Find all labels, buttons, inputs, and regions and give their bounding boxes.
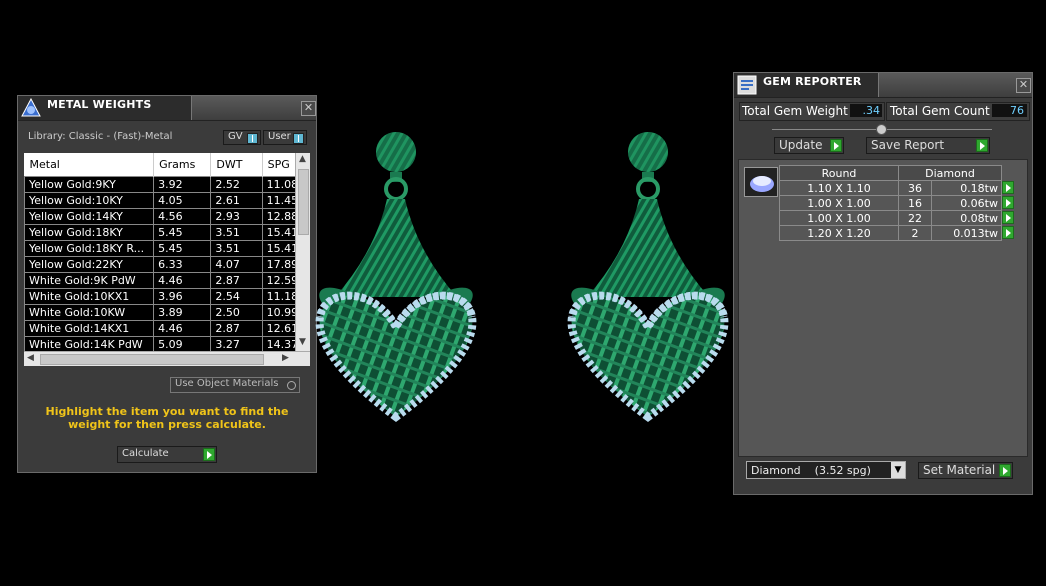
- table-row[interactable]: 1.00 X 1.00 22 0.08tw: [779, 210, 1023, 226]
- table-row[interactable]: Yellow Gold:18KY 5.45 3.51 15.41: [24, 224, 310, 241]
- gv-toggle[interactable]: GV: [223, 130, 261, 145]
- total-gem-count-label: Total Gem Count: [890, 104, 990, 118]
- metal-weights-tab: METAL WEIGHTS: [18, 96, 192, 120]
- col-metal[interactable]: Metal: [24, 153, 155, 177]
- gem-reporter-icon: [737, 75, 757, 95]
- play-arrow-icon: [999, 464, 1011, 477]
- table-row[interactable]: White Gold:9K PdW 4.46 2.87 12.59: [24, 272, 310, 289]
- play-arrow-icon: [976, 139, 988, 152]
- chevron-up-icon[interactable]: ▲: [299, 154, 306, 164]
- gem-reporter-titlebar[interactable]: GEM REPORTER ✕: [734, 73, 1032, 98]
- col-grams[interactable]: Grams: [153, 153, 212, 177]
- right-earring[interactable]: [571, 132, 724, 417]
- table-row[interactable]: White Gold:14KX1 4.46 2.87 12.61: [24, 320, 310, 337]
- table-row[interactable]: White Gold:14K PdW 5.09 3.27 14.37: [24, 336, 310, 351]
- table-row[interactable]: 1.20 X 1.20 2 0.013tw: [779, 225, 1023, 241]
- close-icon[interactable]: ✕: [1016, 78, 1031, 93]
- total-gem-weight-box: Total Gem Weight .34: [739, 102, 885, 121]
- col-dwt[interactable]: DWT: [210, 153, 263, 177]
- slider-knob-icon[interactable]: [876, 124, 887, 135]
- gem-table-header: Round Diamond: [779, 165, 1023, 181]
- chevron-down-icon[interactable]: ▼: [891, 462, 905, 478]
- total-gem-weight-value: .34: [850, 104, 882, 117]
- row-select-arrow-icon[interactable]: [1002, 180, 1014, 194]
- save-report-button[interactable]: Save Report: [866, 137, 990, 154]
- row-select-arrow-icon[interactable]: [1002, 195, 1014, 209]
- table-row[interactable]: White Gold:10KX1 3.96 2.54 11.18: [24, 288, 310, 305]
- calculate-button[interactable]: Calculate: [117, 446, 217, 463]
- chevron-right-icon[interactable]: ▶: [282, 353, 289, 363]
- material-select[interactable]: Diamond (3.52 spg) ▼: [746, 461, 906, 479]
- gem-thumbnail[interactable]: [744, 167, 778, 197]
- set-material-button[interactable]: Set Material: [918, 462, 1013, 479]
- metal-weights-titlebar[interactable]: METAL WEIGHTS ✕: [18, 96, 316, 121]
- horizontal-scrollbar[interactable]: ◀ ▶: [24, 351, 310, 366]
- library-label: Library: Classic - (Fast)-Metal: [28, 131, 173, 142]
- chevron-down-icon[interactable]: ▼: [299, 337, 306, 347]
- metal-table-header: Metal Grams DWT SPG: [24, 153, 310, 177]
- metal-weights-title: METAL WEIGHTS: [47, 98, 152, 111]
- shape-header: Round: [779, 165, 899, 181]
- user-toggle[interactable]: User: [263, 130, 307, 145]
- table-row[interactable]: Yellow Gold:18KY R... 5.45 3.51 15.41: [24, 240, 310, 257]
- scrollbar-thumb[interactable]: [40, 354, 264, 365]
- play-arrow-icon: [830, 139, 842, 152]
- table-row[interactable]: White Gold:10KW 3.89 2.50 10.99: [24, 304, 310, 321]
- metal-weights-icon: [21, 97, 41, 117]
- table-row[interactable]: Yellow Gold:10KY 4.05 2.61 11.45: [24, 192, 310, 209]
- metal-weights-panel: METAL WEIGHTS ✕ Library: Classic - (Fast…: [17, 95, 317, 473]
- stone-header: Diamond: [898, 165, 1002, 181]
- scrollbar-thumb[interactable]: [298, 169, 309, 235]
- row-select-arrow-icon[interactable]: [1002, 210, 1014, 224]
- update-button[interactable]: Update: [774, 137, 844, 154]
- earring-viewport[interactable]: [315, 122, 735, 422]
- vertical-scrollbar[interactable]: ▲ ▼: [295, 153, 310, 351]
- total-gem-count-value: 76: [992, 104, 1027, 117]
- play-arrow-icon: [203, 448, 215, 461]
- diamond-icon: [750, 176, 774, 192]
- table-row[interactable]: Yellow Gold:9KY 3.92 2.52 11.08: [24, 176, 310, 193]
- total-gem-count-box: Total Gem Count 76: [886, 102, 1030, 121]
- metal-table: Metal Grams DWT SPG Yellow Gold:9KY 3.92 2…: [24, 153, 310, 351]
- gem-table: Round Diamond 1.10 X 1.10 36 0.18tw 1.00…: [779, 165, 1023, 241]
- gem-reporter-title: GEM REPORTER: [763, 75, 862, 88]
- use-object-materials-checkbox[interactable]: Use Object Materials: [170, 377, 300, 393]
- divider-slider[interactable]: [772, 124, 992, 135]
- left-earring[interactable]: [319, 132, 472, 417]
- gem-list-area: Round Diamond 1.10 X 1.10 36 0.18tw 1.00…: [738, 159, 1028, 457]
- radio-icon[interactable]: [287, 381, 296, 390]
- total-gem-weight-label: Total Gem Weight: [742, 104, 848, 118]
- gv-toggle-switch[interactable]: [247, 133, 258, 144]
- gem-reporter-panel: GEM REPORTER ✕ Total Gem Weight .34 Tota…: [733, 72, 1033, 495]
- row-select-arrow-icon[interactable]: [1002, 225, 1014, 239]
- close-icon[interactable]: ✕: [301, 101, 316, 116]
- table-row[interactable]: Yellow Gold:22KY 6.33 4.07 17.89: [24, 256, 310, 273]
- chevron-left-icon[interactable]: ◀: [27, 353, 34, 363]
- instruction-text: Highlight the item you want to find the …: [45, 405, 289, 431]
- table-row[interactable]: Yellow Gold:14KY 4.56 2.93 12.88: [24, 208, 310, 225]
- gem-reporter-tab: GEM REPORTER: [734, 73, 879, 97]
- table-row[interactable]: 1.00 X 1.00 16 0.06tw: [779, 195, 1023, 211]
- user-toggle-switch[interactable]: [293, 133, 304, 144]
- table-row[interactable]: 1.10 X 1.10 36 0.18tw: [779, 180, 1023, 196]
